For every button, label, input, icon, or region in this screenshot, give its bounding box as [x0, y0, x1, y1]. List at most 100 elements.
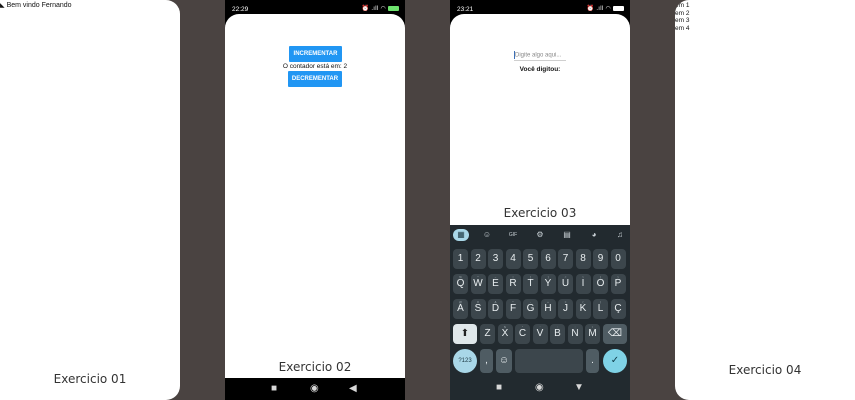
- key-k[interactable]: (K: [575, 299, 591, 319]
- number-row: 1234567890: [450, 249, 630, 269]
- hide-keyboard-icon[interactable]: ▼: [574, 382, 584, 394]
- list-item[interactable]: em 4: [675, 25, 689, 33]
- emoji-icon[interactable]: ☺: [496, 349, 512, 373]
- key-w[interactable]: ^ W: [470, 274, 486, 294]
- translate-icon[interactable]: ▤: [560, 229, 574, 241]
- key-s[interactable]: # S: [470, 299, 486, 319]
- mic-icon[interactable]: ♫: [613, 229, 627, 241]
- enter-check-icon[interactable]: ✓: [603, 349, 627, 373]
- key-h[interactable]: + H: [540, 299, 556, 319]
- app-screen: INCREMENTAR O contador está em: 2 DECREM…: [225, 14, 405, 378]
- key-z[interactable]: _ Z: [480, 324, 495, 344]
- key-hint: #: [477, 300, 479, 304]
- key-ç[interactable]: Ç: [610, 299, 626, 319]
- key-hint: ): [600, 300, 601, 304]
- key-3[interactable]: 3: [488, 249, 503, 269]
- key-g[interactable]: -G: [523, 299, 538, 319]
- key-4[interactable]: 4: [505, 249, 521, 269]
- period-key[interactable]: .: [586, 349, 599, 373]
- key-hint: ]: [547, 275, 549, 279]
- key-2[interactable]: 2: [470, 249, 486, 269]
- key-hint: /: [592, 325, 593, 329]
- space-row: ?123 , ☺ . ✓: [450, 349, 630, 373]
- key-r[interactable]: | R: [505, 274, 521, 294]
- list-item[interactable]: em 3: [675, 17, 689, 25]
- letter-row-bottom: ⬆ ⌫ _ Z $ X " C ' V: B; N / M: [450, 324, 630, 344]
- key-label: 5: [527, 253, 534, 264]
- key-label: 6: [545, 253, 551, 264]
- space-key[interactable]: [515, 349, 583, 373]
- key-q[interactable]: % Q: [453, 274, 468, 294]
- key-hint: @: [458, 300, 463, 304]
- key-m[interactable]: / M: [585, 324, 600, 344]
- key-label: N: [571, 328, 579, 339]
- key-a[interactable]: @ A: [453, 299, 468, 319]
- back-icon[interactable]: ◀: [349, 383, 357, 395]
- decrement-button[interactable]: DECREMENTAR: [288, 71, 342, 87]
- key-label: L: [597, 303, 604, 314]
- key-c[interactable]: " C: [515, 324, 530, 344]
- key-6[interactable]: 6: [540, 249, 556, 269]
- key-e[interactable]: ~ E: [488, 274, 503, 294]
- comma-key[interactable]: ,: [480, 349, 493, 373]
- key-5[interactable]: 5: [523, 249, 538, 269]
- list-item[interactable]: em 1: [675, 2, 689, 10]
- key-i[interactable]: > I: [575, 274, 591, 294]
- home-icon[interactable]: ◉: [310, 383, 319, 395]
- back-icon[interactable]: ◣: [0, 3, 5, 9]
- key-hint: ^: [477, 275, 479, 279]
- key-j[interactable]: = J: [558, 299, 573, 319]
- key-1[interactable]: 1: [453, 249, 468, 269]
- key-label: Y: [544, 278, 552, 289]
- key-u[interactable]: < U: [558, 274, 573, 294]
- palette-icon[interactable]: ◕: [587, 229, 601, 241]
- key-0[interactable]: 0: [610, 249, 626, 269]
- status-time: 23:21: [457, 6, 474, 13]
- shift-key[interactable]: ⬆: [453, 324, 477, 344]
- key-hint: }: [617, 275, 619, 279]
- gear-icon[interactable]: ⚙: [533, 229, 547, 241]
- gif-icon[interactable]: GIF: [506, 229, 520, 241]
- key-label: A: [457, 303, 464, 314]
- key-l[interactable]: ) L: [593, 299, 608, 319]
- exercise-01-screen: ◣ Bem vindo Fernando Exercicio 01: [0, 0, 180, 400]
- key-n[interactable]: ; N: [567, 324, 583, 344]
- key-9[interactable]: 9: [593, 249, 608, 269]
- key-y[interactable]: ] Y: [540, 274, 556, 294]
- key-label: M: [588, 328, 597, 339]
- key-x[interactable]: $ X: [497, 324, 513, 344]
- home-icon[interactable]: ◉: [535, 382, 544, 394]
- key-hint: ;: [574, 325, 576, 329]
- key-8[interactable]: 8: [575, 249, 591, 269]
- increment-button[interactable]: INCREMENTAR: [289, 46, 342, 62]
- key-label: K: [579, 303, 587, 314]
- key-label: G: [526, 303, 535, 314]
- key-label: 3: [492, 253, 499, 264]
- key-d[interactable]: & D: [488, 299, 503, 319]
- text-input[interactable]: Digite algo aqui...: [514, 51, 566, 61]
- key-o[interactable]: {O: [593, 274, 608, 294]
- sticker-icon[interactable]: ☺: [480, 229, 494, 241]
- key-label: P: [614, 278, 622, 289]
- key-label: 1: [457, 253, 464, 264]
- apps-icon[interactable]: ▦: [453, 229, 469, 241]
- key-label: 9: [597, 253, 604, 264]
- recents-icon[interactable]: ■: [496, 382, 502, 394]
- symbols-key[interactable]: ?123: [453, 349, 477, 373]
- key-p[interactable]: } P: [610, 274, 626, 294]
- key-v[interactable]: ' V: [532, 324, 548, 344]
- key-label: W: [473, 278, 483, 289]
- key-b[interactable]: :B: [550, 324, 565, 344]
- key-t[interactable]: [T: [523, 274, 538, 294]
- list-item[interactable]: em 2: [675, 10, 689, 18]
- key-hint: _: [486, 325, 489, 329]
- key-label: R: [509, 278, 517, 289]
- status-time: 22:29: [232, 6, 249, 13]
- key-hint: <: [564, 275, 567, 279]
- key-hint: +: [547, 300, 549, 304]
- key-7[interactable]: 7: [558, 249, 573, 269]
- key-f[interactable]: * F: [505, 299, 521, 319]
- app-screen: Digite algo aqui... Você digitou: Exerci…: [450, 14, 630, 225]
- recents-icon[interactable]: ■: [271, 383, 277, 395]
- backspace-key[interactable]: ⌫: [603, 324, 627, 344]
